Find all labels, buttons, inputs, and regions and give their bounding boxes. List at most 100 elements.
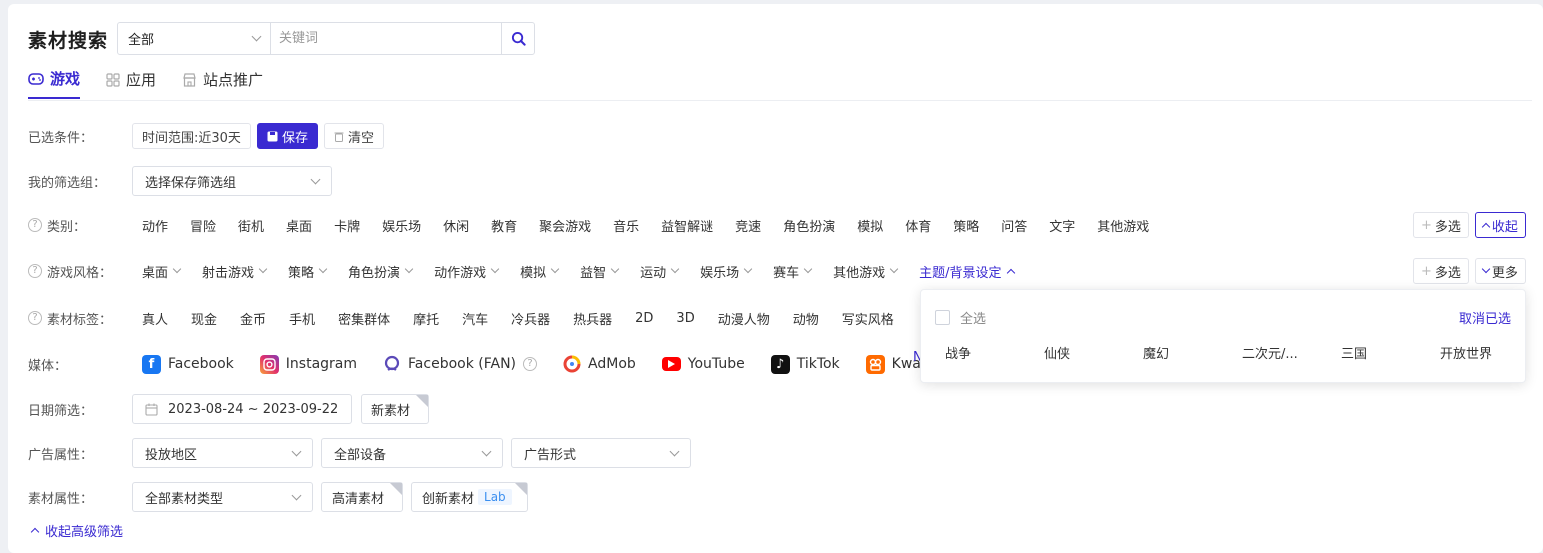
category-item[interactable]: 策略 (953, 216, 979, 235)
hd-material-toggle[interactable]: 高清素材 (321, 482, 403, 512)
grid-icon (106, 72, 120, 87)
game-style-item-label: 模拟 (520, 265, 547, 281)
category-collapse-button[interactable]: 收起 (1474, 212, 1526, 238)
chevron-down-icon (404, 264, 414, 274)
game-style-item[interactable]: 角色扮演 (348, 262, 414, 281)
media-instagram[interactable]: Instagram (259, 354, 357, 374)
help-icon[interactable]: ? (28, 264, 42, 278)
media-facebook-fan[interactable]: Facebook (FAN) ? (383, 355, 538, 373)
category-item[interactable]: 动作 (142, 216, 168, 235)
category-item[interactable]: 音乐 (613, 216, 639, 235)
game-style-item[interactable]: 娱乐场 (700, 262, 753, 281)
tag-item[interactable]: 汽车 (462, 309, 488, 328)
theme-option[interactable]: 仙侠 (1044, 343, 1143, 362)
game-style-more-label: 更多 (1491, 265, 1518, 281)
device-select[interactable]: 全部设备 (321, 438, 503, 468)
game-style-multi-label: 多选 (1434, 265, 1461, 281)
tag-item[interactable]: 现金 (191, 309, 217, 328)
game-style-item[interactable]: 射击游戏 (202, 262, 268, 281)
tag-item[interactable]: 冷兵器 (511, 309, 550, 328)
tag-item[interactable]: 摩托 (413, 309, 439, 328)
category-item[interactable]: 模拟 (857, 216, 883, 235)
tag-item[interactable]: 热兵器 (573, 309, 612, 328)
tab-app-label: 应用 (126, 71, 157, 89)
date-range-picker[interactable]: 2023-08-24 ~ 2023-09-22 (132, 394, 352, 424)
category-item[interactable]: 文字 (1049, 216, 1075, 235)
time-range-chip[interactable]: 时间范围:近30天 (132, 123, 251, 149)
media-youtube[interactable]: YouTube (661, 356, 745, 372)
game-style-more-button[interactable]: 更多 (1474, 258, 1526, 284)
search-button[interactable] (501, 23, 534, 54)
collapse-advanced-filter[interactable]: 收起高级筛选 (30, 521, 123, 540)
help-icon[interactable]: ? (523, 357, 538, 371)
theme-option[interactable]: 战争 (945, 343, 1044, 362)
tag-item[interactable]: 密集群体 (338, 309, 390, 328)
theme-option[interactable]: 三国 (1341, 343, 1440, 362)
tab-site-promotion[interactable]: 站点推广 (182, 68, 263, 99)
my-group-select[interactable]: 选择保存筛选组 (132, 166, 332, 196)
category-item[interactable]: 冒险 (190, 216, 216, 235)
category-item[interactable]: 桌面 (286, 216, 312, 235)
clear-button[interactable]: 清空 (323, 123, 384, 149)
tag-item[interactable]: 写实风格 (842, 309, 894, 328)
category-item[interactable]: 聚会游戏 (539, 216, 591, 235)
category-item[interactable]: 体育 (905, 216, 931, 235)
game-style-item[interactable]: 桌面 (142, 262, 182, 281)
tag-item[interactable]: 真人 (142, 309, 168, 328)
category-item[interactable]: 问答 (1001, 216, 1027, 235)
innovative-material-toggle[interactable]: 创新素材 Lab (411, 482, 528, 512)
scope-select-value: 全部 (128, 33, 155, 48)
tab-game[interactable]: 游戏 (28, 68, 81, 99)
category-item[interactable]: 街机 (238, 216, 264, 235)
tag-item[interactable]: 3D (676, 311, 694, 326)
cancel-selection-button[interactable]: 取消已选 (1459, 308, 1511, 327)
keyword-input[interactable] (271, 23, 501, 54)
tags-label-wrap: ? 素材标签： (28, 308, 112, 328)
category-item[interactable]: 教育 (491, 216, 517, 235)
category-item[interactable]: 其他游戏 (1097, 216, 1149, 235)
game-style-item[interactable]: 运动 (640, 262, 680, 281)
help-icon[interactable]: ? (28, 311, 42, 325)
category-item[interactable]: 竞速 (735, 216, 761, 235)
theme-option[interactable]: 二次元/... (1242, 343, 1341, 362)
category-item[interactable]: 益智解谜 (661, 216, 713, 235)
scope-select[interactable]: 全部 (118, 23, 271, 54)
theme-option[interactable]: 开放世界 (1440, 343, 1515, 362)
media-facebook[interactable]: f Facebook (142, 354, 234, 374)
game-style-item[interactable]: 其他游戏 (833, 262, 899, 281)
category-item[interactable]: 卡牌 (334, 216, 360, 235)
help-icon[interactable]: ? (28, 218, 42, 232)
game-style-item[interactable]: 赛车 (773, 262, 813, 281)
tag-item[interactable]: 手机 (289, 309, 315, 328)
chevron-down-icon (669, 446, 680, 456)
tag-item[interactable]: 动物 (793, 309, 819, 328)
material-type-select[interactable]: 全部素材类型 (132, 482, 313, 512)
category-item[interactable]: 角色扮演 (783, 216, 835, 235)
game-style-theme-item[interactable]: 主题/背景设定 (919, 262, 1015, 281)
game-style-multi-button[interactable]: + 多选 (1413, 258, 1469, 284)
game-style-item[interactable]: 模拟 (520, 262, 560, 281)
theme-option[interactable]: 魔幻 (1143, 343, 1242, 362)
game-style-item[interactable]: 策略 (288, 262, 328, 281)
select-all[interactable]: 全选 (935, 308, 986, 327)
category-multi-button[interactable]: + 多选 (1413, 212, 1469, 238)
game-style-item[interactable]: 动作游戏 (434, 262, 500, 281)
save-button[interactable]: 保存 (256, 123, 318, 149)
plus-icon: + (1421, 263, 1432, 279)
game-style-item-label: 角色扮演 (348, 265, 401, 281)
game-style-item[interactable]: 益智 (580, 262, 620, 281)
tag-item[interactable]: 2D (635, 311, 653, 326)
tag-item[interactable]: 金币 (240, 309, 266, 328)
tab-app[interactable]: 应用 (106, 68, 156, 99)
tag-item[interactable]: 动漫人物 (718, 309, 770, 328)
ad-format-select[interactable]: 广告形式 (511, 438, 691, 468)
category-item[interactable]: 娱乐场 (382, 216, 421, 235)
media-admob[interactable]: AdMob (563, 355, 636, 373)
save-icon (267, 131, 278, 141)
media-tiktok[interactable]: ♪ TikTok (770, 354, 840, 374)
new-material-toggle[interactable]: 新素材 (361, 394, 429, 424)
chevron-down-icon (743, 264, 753, 274)
category-item[interactable]: 休闲 (443, 216, 469, 235)
region-select[interactable]: 投放地区 (132, 438, 313, 468)
select-all-checkbox[interactable] (935, 310, 950, 325)
